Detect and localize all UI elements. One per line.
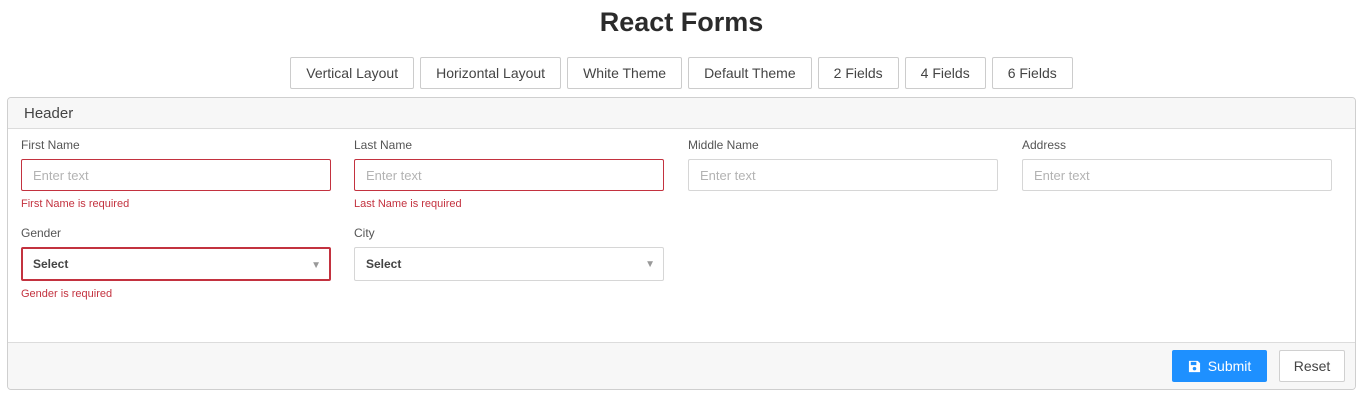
gender-field-group: Gender Select ▼ Gender is required: [21, 225, 331, 301]
reset-button[interactable]: Reset: [1279, 350, 1345, 382]
caret-down-icon: ▼: [311, 260, 321, 271]
address-input[interactable]: [1022, 159, 1332, 191]
last-name-input[interactable]: [354, 159, 664, 191]
panel-header: Header: [8, 98, 1355, 129]
submit-button[interactable]: Submit: [1172, 350, 1267, 382]
default-theme-button[interactable]: Default Theme: [688, 57, 812, 89]
vertical-layout-button[interactable]: Vertical Layout: [290, 57, 415, 89]
gender-select[interactable]: Select ▼: [21, 247, 331, 281]
submit-label: Submit: [1207, 358, 1252, 374]
four-fields-button[interactable]: 4 Fields: [904, 57, 986, 89]
first-name-error: First Name is required: [21, 198, 130, 210]
page: React Forms Vertical Layout Horizontal L…: [0, 0, 1363, 401]
gender-error: Gender is required: [21, 288, 113, 300]
middle-name-input[interactable]: [688, 159, 998, 191]
layout-toolbar: Vertical Layout Horizontal Layout White …: [0, 57, 1363, 89]
white-theme-button[interactable]: White Theme: [567, 57, 683, 89]
city-select[interactable]: Select ▼: [354, 247, 664, 281]
first-name-input[interactable]: [21, 159, 331, 191]
first-name-label: First Name: [21, 138, 80, 152]
first-name-field-group: First Name First Name is required: [21, 137, 331, 211]
caret-down-icon: ▼: [645, 259, 655, 270]
last-name-error: Last Name is required: [354, 198, 462, 210]
horizontal-layout-button[interactable]: Horizontal Layout: [420, 57, 562, 89]
panel-header-title: Header: [24, 105, 74, 122]
city-field-group: City Select ▼: [354, 225, 664, 281]
six-fields-button[interactable]: 6 Fields: [991, 57, 1073, 89]
gender-select-value: Select: [33, 257, 69, 271]
city-label: City: [354, 226, 375, 240]
gender-label: Gender: [21, 226, 62, 240]
middle-name-label: Middle Name: [688, 138, 759, 152]
page-title: React Forms: [599, 7, 764, 37]
panel-footer: Submit Reset: [8, 342, 1355, 389]
last-name-label: Last Name: [354, 138, 413, 152]
city-select-value: Select: [366, 257, 402, 271]
two-fields-button[interactable]: 2 Fields: [817, 57, 899, 89]
address-field-group: Address: [1022, 137, 1332, 191]
save-icon: [1188, 360, 1200, 372]
form-panel: Header First Name First Name is required…: [7, 97, 1356, 390]
address-label: Address: [1022, 138, 1067, 152]
last-name-field-group: Last Name Last Name is required: [354, 137, 664, 211]
middle-name-field-group: Middle Name: [688, 137, 998, 191]
